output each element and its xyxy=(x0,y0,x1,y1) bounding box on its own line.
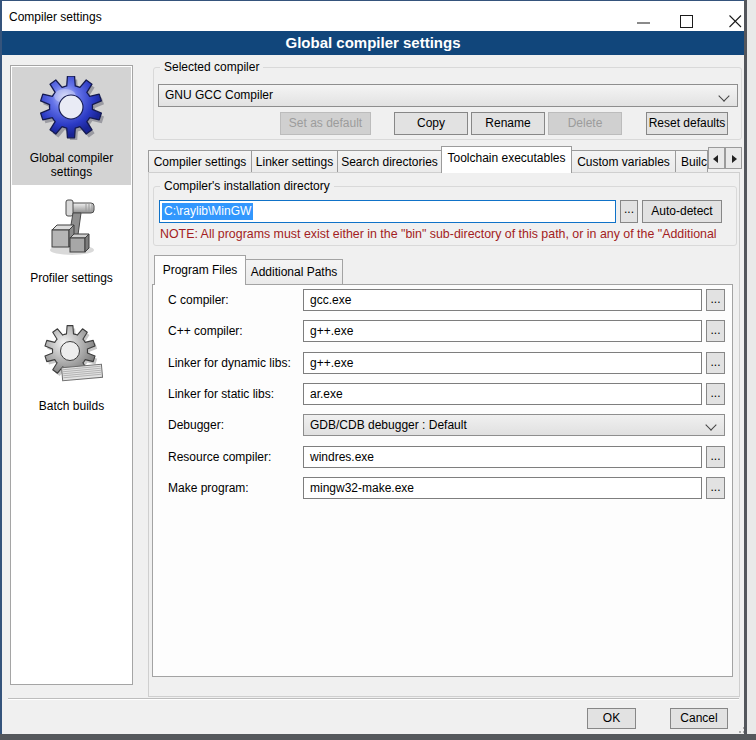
close-icon xyxy=(728,14,743,29)
install-dir-selected-text: C:\raylib\MinGW xyxy=(162,203,253,220)
tab-compiler-settings[interactable]: Compiler settings xyxy=(148,150,252,173)
tab-toolchain-executables[interactable]: Toolchain executables xyxy=(441,146,572,173)
cpp-compiler-browse-button[interactable]: ... xyxy=(706,320,725,342)
debugger-dropdown[interactable]: GDB/CDB debugger : Default xyxy=(303,414,725,436)
tab-scroll-right-button[interactable] xyxy=(725,147,742,169)
install-dir-note: NOTE: All programs must exist either in … xyxy=(160,227,732,241)
reset-defaults-button[interactable]: Reset defaults xyxy=(646,112,728,135)
tab-additional-paths[interactable]: Additional Paths xyxy=(245,259,343,284)
minimize-icon xyxy=(637,22,650,24)
cpp-compiler-label: C++ compiler: xyxy=(168,324,243,338)
sidebar-item-profiler-settings[interactable]: Profiler settings xyxy=(12,196,131,288)
debugger-value: GDB/CDB debugger : Default xyxy=(310,418,467,432)
debugger-label: Debugger: xyxy=(168,418,224,432)
make-program-input[interactable]: mingw32-make.exe xyxy=(303,477,702,499)
blue-gear-icon xyxy=(40,76,104,140)
dynamic-linker-input[interactable]: g++.exe xyxy=(303,352,702,374)
copy-button[interactable]: Copy xyxy=(394,112,468,135)
window-border xyxy=(0,0,747,1)
sidebar-item-global-compiler-settings[interactable]: Global compiler settings xyxy=(12,67,131,185)
sidebar-item-label: Global compiler settings xyxy=(12,151,131,179)
resource-compiler-input[interactable]: windres.exe xyxy=(303,446,702,468)
sidebar-item-label: Batch builds xyxy=(12,399,131,413)
cpp-compiler-input[interactable]: g++.exe xyxy=(303,320,702,342)
chevron-down-icon xyxy=(705,419,716,430)
cancel-button[interactable]: Cancel xyxy=(670,708,728,729)
caliper-icon xyxy=(40,196,104,260)
chevron-down-icon xyxy=(718,90,729,101)
dynamic-linker-label: Linker for dynamic libs: xyxy=(168,356,291,370)
window-title: Compiler settings xyxy=(9,2,102,32)
window-shadow xyxy=(0,734,756,740)
selected-compiler-value: GNU GCC Compiler xyxy=(165,88,273,102)
tab-search-directories[interactable]: Search directories xyxy=(337,150,442,173)
resource-compiler-browse-button[interactable]: ... xyxy=(706,446,725,468)
install-dir-input[interactable]: C:\raylib\MinGW xyxy=(159,200,616,223)
tab-scroll-left-button[interactable] xyxy=(708,147,725,169)
tab-custom-variables[interactable]: Custom variables xyxy=(571,150,676,173)
rename-button[interactable]: Rename xyxy=(471,112,545,135)
c-compiler-label: C compiler: xyxy=(168,293,229,307)
gray-gear-stack-icon xyxy=(40,325,104,389)
auto-detect-button[interactable]: Auto-detect xyxy=(642,200,722,223)
minimize-button[interactable] xyxy=(617,1,663,31)
static-linker-browse-button[interactable]: ... xyxy=(706,383,725,405)
set-as-default-button[interactable]: Set as default xyxy=(280,112,371,135)
resource-compiler-label: Resource compiler: xyxy=(168,450,271,464)
settings-category-list: Global compiler settings xyxy=(10,65,133,685)
static-linker-label: Linker for static libs: xyxy=(168,387,274,401)
make-program-browse-button[interactable]: ... xyxy=(706,477,725,499)
tab-program-files[interactable]: Program Files xyxy=(154,255,246,285)
install-dir-group-label: Compiler's installation directory xyxy=(160,179,334,193)
left-arrow-icon xyxy=(713,155,718,163)
tab-build-options[interactable]: Builc xyxy=(675,150,708,173)
sidebar-item-label: Profiler settings xyxy=(12,271,131,285)
dialog-banner: Global compiler settings xyxy=(2,31,744,55)
dynamic-linker-browse-button[interactable]: ... xyxy=(706,352,725,374)
c-compiler-browse-button[interactable]: ... xyxy=(706,289,725,311)
static-linker-input[interactable]: ar.exe xyxy=(303,383,702,405)
dialog-window: Compiler settings Global compiler settin… xyxy=(0,0,747,734)
sidebar-item-batch-builds[interactable]: Batch builds xyxy=(12,321,131,413)
c-compiler-input[interactable]: gcc.exe xyxy=(303,289,702,311)
delete-button[interactable]: Delete xyxy=(548,112,622,135)
right-arrow-icon xyxy=(732,155,737,163)
tab-linker-settings[interactable]: Linker settings xyxy=(251,150,338,173)
selected-compiler-dropdown[interactable]: GNU GCC Compiler xyxy=(158,84,738,107)
browse-install-dir-button[interactable]: ... xyxy=(620,200,638,223)
ok-button[interactable]: OK xyxy=(587,708,636,729)
selected-compiler-group-label: Selected compiler xyxy=(160,60,263,74)
make-program-label: Make program: xyxy=(168,481,249,495)
maximize-icon xyxy=(680,15,693,28)
